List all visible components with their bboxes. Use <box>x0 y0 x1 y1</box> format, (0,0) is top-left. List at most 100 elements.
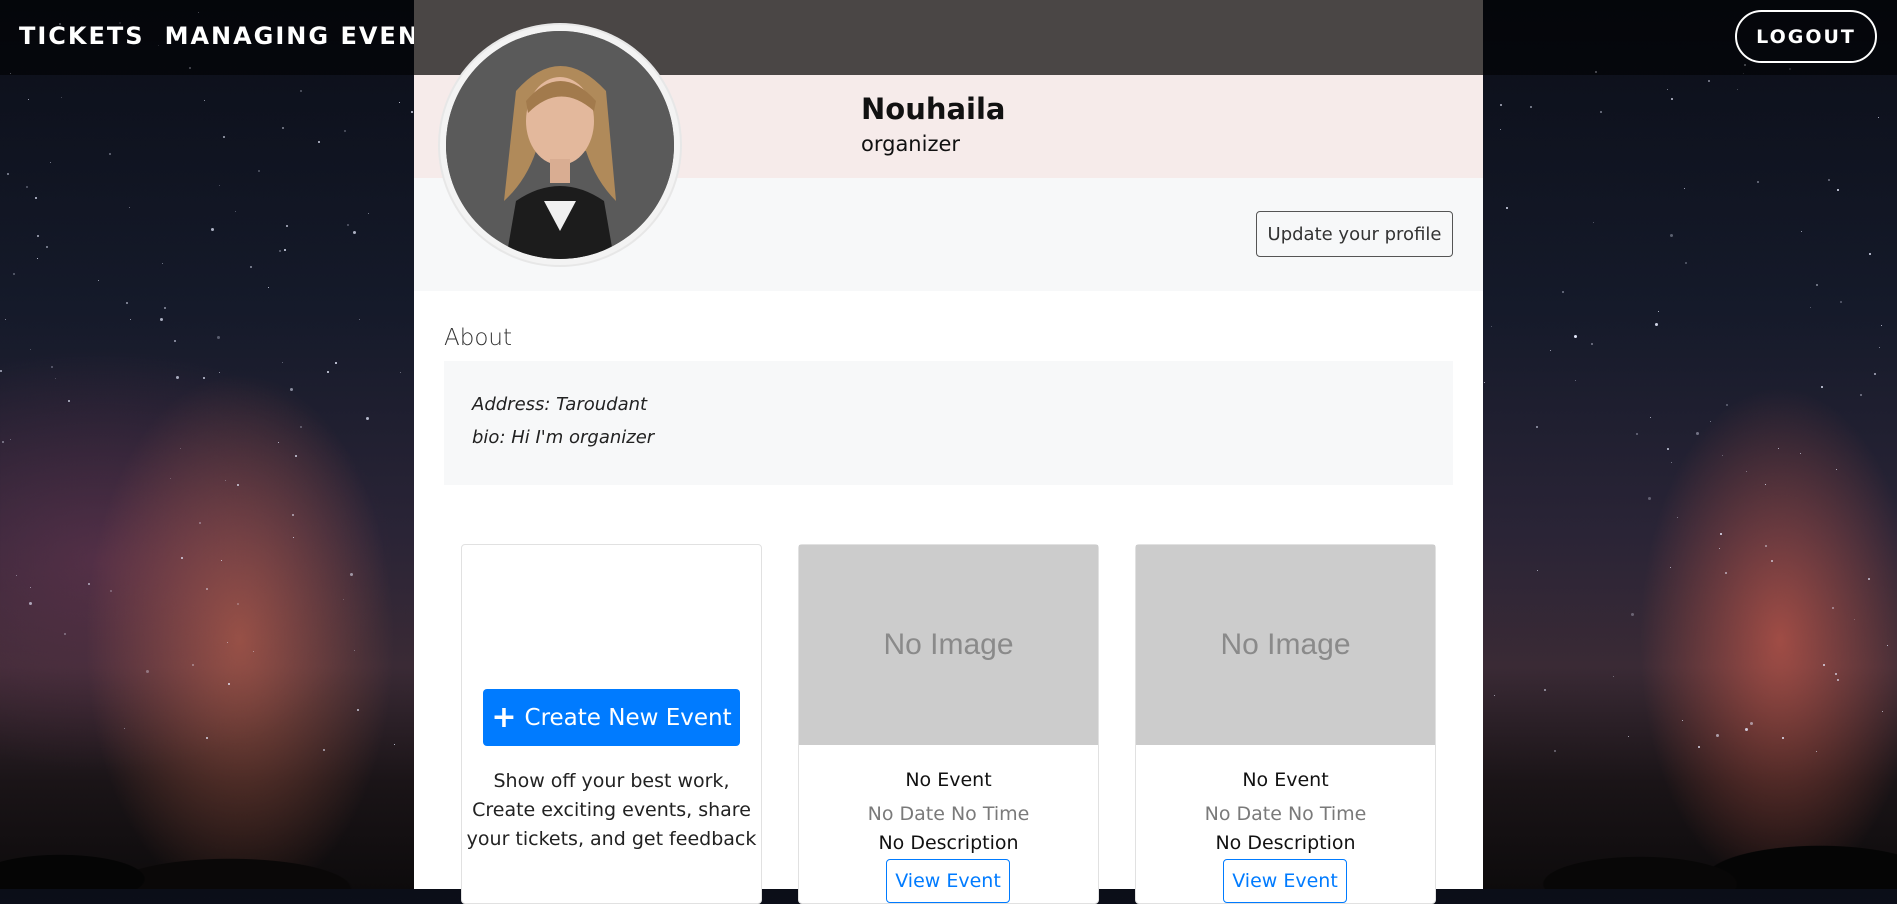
profile-name: Nouhaila <box>861 92 1006 126</box>
star <box>1573 334 1577 338</box>
star <box>1649 417 1651 419</box>
star <box>13 273 16 276</box>
star <box>1697 745 1700 748</box>
star <box>356 709 359 712</box>
star <box>279 250 282 253</box>
star <box>68 399 71 402</box>
star <box>278 441 280 443</box>
event-title: No Event <box>1242 769 1329 791</box>
star <box>1506 206 1509 209</box>
star <box>108 152 111 155</box>
star <box>50 161 52 163</box>
star <box>1757 181 1760 184</box>
star <box>1724 572 1727 575</box>
star <box>30 586 32 588</box>
event-card: No Image No Event No Date No Time No Des… <box>1135 544 1436 904</box>
star <box>1666 89 1668 91</box>
star <box>1878 116 1880 118</box>
star <box>205 587 208 590</box>
star <box>1816 283 1819 286</box>
star <box>1854 618 1856 620</box>
star <box>1499 103 1502 106</box>
star <box>1574 380 1576 382</box>
star <box>1719 547 1721 549</box>
star <box>268 287 270 289</box>
create-event-button[interactable]: + Create New Event <box>483 689 740 746</box>
star <box>98 280 100 282</box>
star <box>1860 393 1863 396</box>
star <box>210 228 214 232</box>
star <box>198 522 201 525</box>
star <box>1836 469 1838 471</box>
star <box>1840 301 1843 304</box>
star <box>206 736 209 739</box>
star <box>203 99 205 101</box>
star <box>1671 461 1673 463</box>
brand[interactable]: TICKETS MANAGING EVENTS <box>19 22 458 50</box>
star <box>1648 497 1652 501</box>
star <box>1832 607 1835 609</box>
star <box>129 207 131 209</box>
star <box>1654 322 1658 326</box>
update-profile-button[interactable]: Update your profile <box>1256 211 1453 257</box>
star <box>318 141 321 144</box>
star <box>1682 720 1684 722</box>
about-bio: bio: Hi I'm organizer <box>472 427 655 448</box>
star <box>1630 613 1634 617</box>
view-event-button[interactable]: View Event <box>886 859 1010 903</box>
star <box>223 136 226 139</box>
star <box>1670 98 1673 101</box>
star <box>294 454 297 457</box>
star <box>130 318 132 320</box>
star <box>1635 432 1638 435</box>
brand-tickets[interactable]: TICKETS <box>19 22 145 50</box>
star <box>1676 516 1678 518</box>
star <box>367 212 369 214</box>
avatar-portrait-icon <box>446 31 674 259</box>
star <box>326 371 329 374</box>
star <box>1815 750 1817 752</box>
star <box>218 372 220 374</box>
star <box>45 245 48 248</box>
star <box>1491 325 1493 327</box>
star <box>286 224 289 227</box>
star <box>1500 129 1502 131</box>
view-event-button[interactable]: View Event <box>1223 859 1347 903</box>
star <box>29 349 31 351</box>
star <box>1716 733 1720 737</box>
star <box>344 129 347 132</box>
star <box>179 448 181 450</box>
star <box>1879 346 1881 348</box>
about-heading: About <box>444 325 513 351</box>
star <box>281 127 284 130</box>
star <box>1554 750 1557 753</box>
event-title: No Event <box>905 769 992 791</box>
star <box>346 223 349 226</box>
star <box>1709 421 1711 423</box>
star <box>88 582 91 585</box>
star <box>1737 89 1739 91</box>
star <box>1535 426 1538 429</box>
star <box>353 231 357 235</box>
star <box>63 633 66 636</box>
create-event-card: + Create New Event Show off your best wo… <box>461 544 762 904</box>
star <box>1836 679 1839 682</box>
star <box>1493 695 1495 697</box>
star <box>1726 403 1729 406</box>
star <box>192 664 195 667</box>
star <box>37 258 39 260</box>
star <box>1881 711 1883 713</box>
star <box>1836 189 1839 192</box>
star <box>1764 544 1767 547</box>
star <box>353 650 355 652</box>
star <box>160 318 164 322</box>
star <box>34 196 37 199</box>
star <box>224 480 226 482</box>
star <box>1484 381 1486 383</box>
star <box>1800 230 1802 232</box>
profile-role: organizer <box>861 132 961 156</box>
star <box>1809 306 1811 308</box>
logout-button[interactable]: LOGOUT <box>1735 10 1877 63</box>
star <box>399 101 401 103</box>
create-event-description: Show off your best work, Create exciting… <box>466 770 757 850</box>
